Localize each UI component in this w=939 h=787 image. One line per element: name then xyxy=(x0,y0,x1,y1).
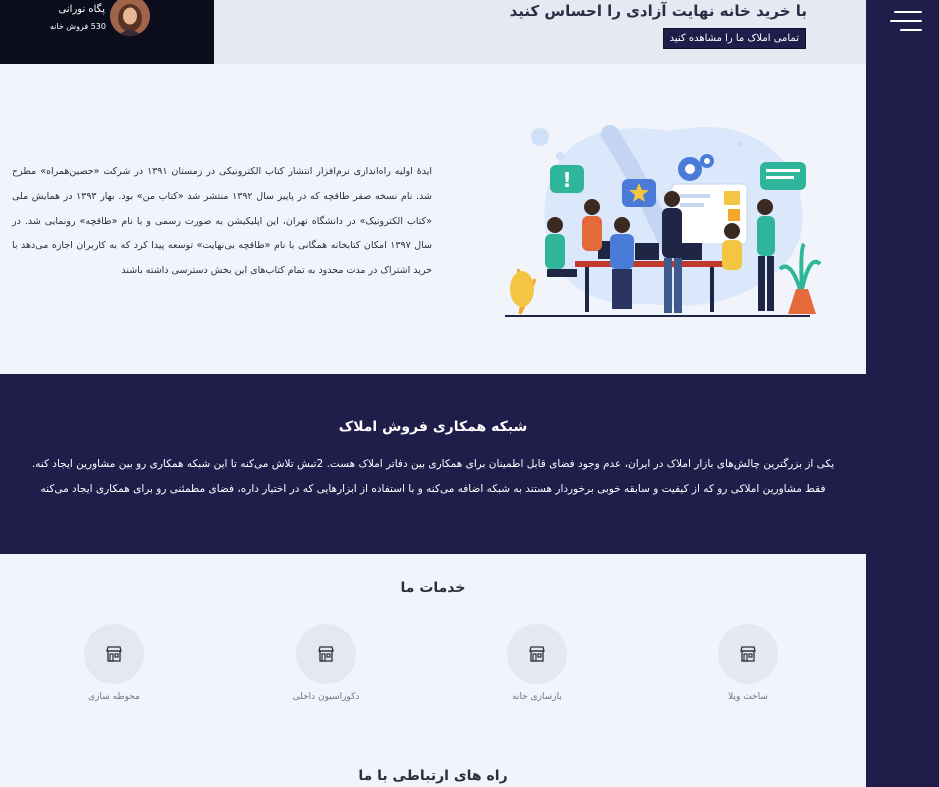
store-icon xyxy=(106,646,122,662)
top-banner: پگاه نورانی 530 فروش خانه با خرید خانه ن… xyxy=(0,0,866,64)
network-description: یکی از بزرگترین چالش‌های بازار املاک در … xyxy=(31,458,835,495)
sidebar xyxy=(866,0,939,787)
service-villa-construction[interactable]: ساخت ویلا xyxy=(688,624,808,702)
team-illustration: ! xyxy=(505,125,822,317)
hero-strip: با خرید خانه نهایت آزادی را احساس کنید ت… xyxy=(214,0,866,64)
svg-text:!: ! xyxy=(562,168,571,192)
store-icon xyxy=(740,646,756,662)
about-section: ایدهٔ اولیه راه‌اندازی نرم‌افزار انتشار … xyxy=(0,64,866,374)
agent-name: پگاه نورانی xyxy=(58,4,105,15)
service-home-renovation[interactable]: بازسازی خانه xyxy=(477,624,597,702)
service-icon-circle xyxy=(507,624,567,684)
service-icon-circle xyxy=(296,624,356,684)
menu-line xyxy=(900,29,922,31)
network-title: شبکه همکاری فروش املاک xyxy=(338,419,528,435)
menu-line xyxy=(890,20,922,22)
services-section: خدمات ما ساخت ویلا بازسازی خانه دکوراسیو… xyxy=(0,554,866,787)
service-label: بازسازی خانه xyxy=(512,692,562,702)
service-icon-circle xyxy=(84,624,144,684)
service-landscaping[interactable]: محوطه سازی xyxy=(54,624,174,702)
services-title: خدمات ما xyxy=(400,580,466,596)
store-icon xyxy=(318,646,334,662)
service-label: ساخت ویلا xyxy=(728,692,768,702)
service-label: محوطه سازی xyxy=(88,692,140,702)
network-section: شبکه همکاری فروش املاک یکی از بزرگترین چ… xyxy=(0,374,866,554)
menu-line xyxy=(894,11,922,13)
service-icon-circle xyxy=(718,624,778,684)
service-label: دکوراسیون داخلی xyxy=(292,692,360,702)
store-icon xyxy=(529,646,545,662)
main-content: پگاه نورانی 530 فروش خانه با خرید خانه ن… xyxy=(0,0,866,787)
hamburger-menu-icon[interactable] xyxy=(890,11,922,33)
hero-title: با خرید خانه نهایت آزادی را احساس کنید xyxy=(509,2,807,20)
agent-sales-count: 530 فروش خانه xyxy=(49,22,106,31)
about-text: ایدهٔ اولیه راه‌اندازی نرم‌افزار انتشار … xyxy=(12,166,433,277)
contact-title: راه های ارتباطی با ما xyxy=(358,768,508,784)
avatar xyxy=(110,0,150,36)
view-all-properties-button[interactable]: تمامی املاک ما را مشاهده کنید xyxy=(662,28,806,49)
agent-card[interactable]: پگاه نورانی 530 فروش خانه xyxy=(0,0,214,64)
service-interior-decoration[interactable]: دکوراسیون داخلی xyxy=(266,624,386,702)
